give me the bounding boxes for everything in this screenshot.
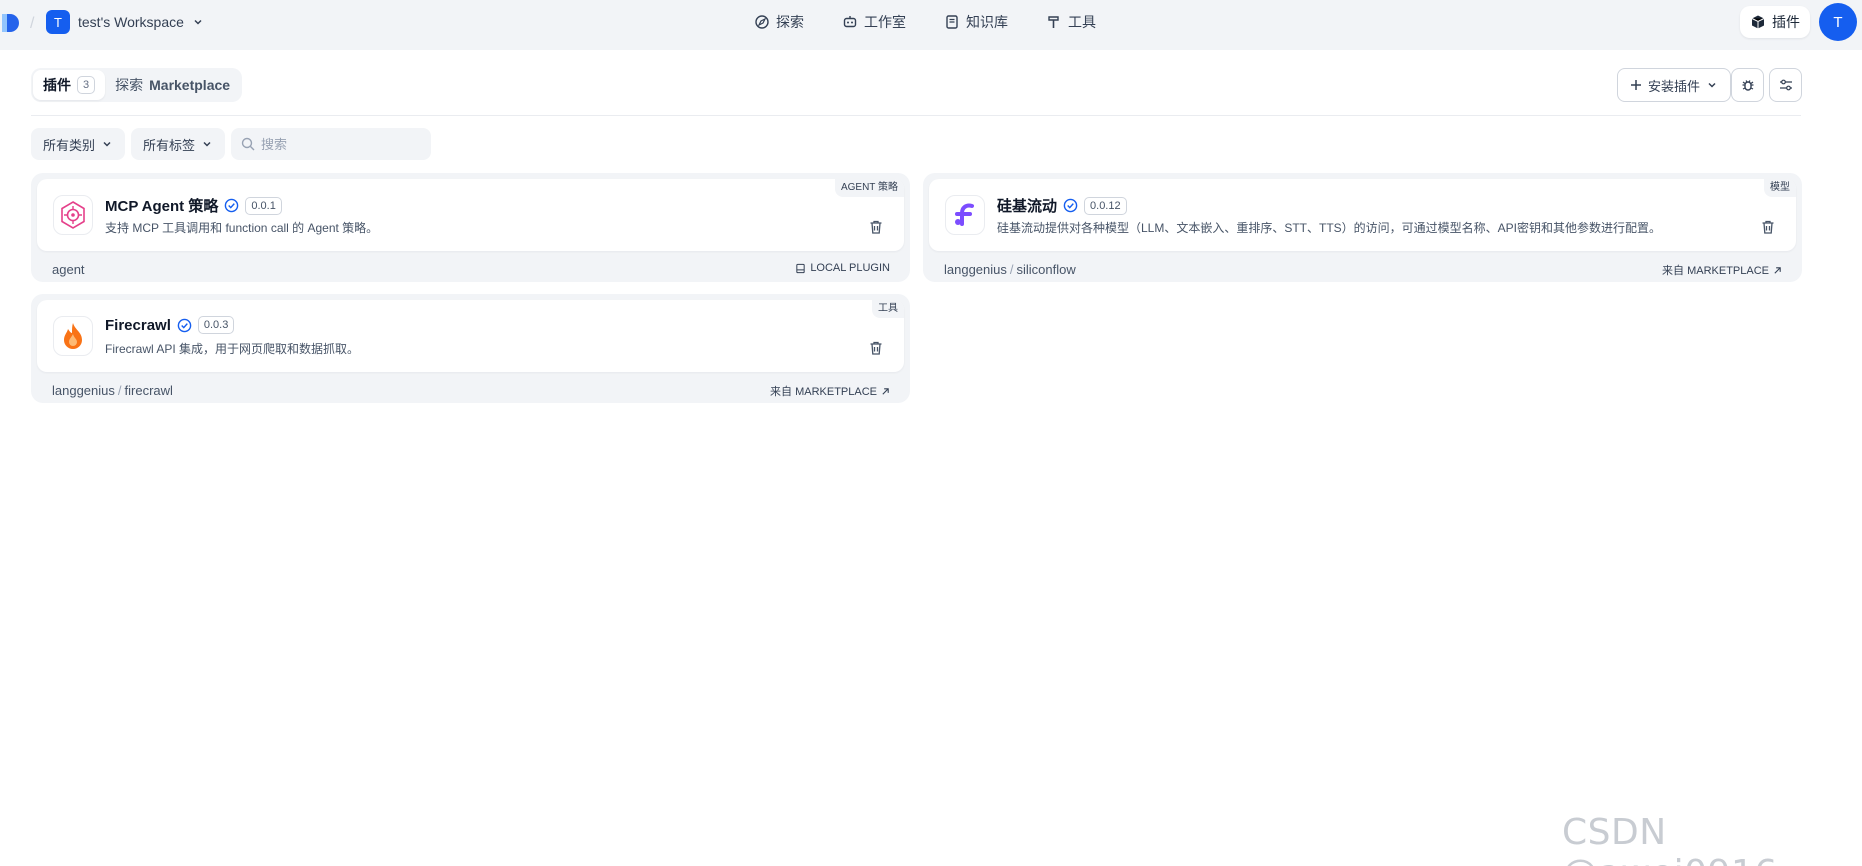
- search-input[interactable]: [261, 136, 421, 152]
- org-repo-separator: /: [1009, 262, 1014, 277]
- plugin-org: langgenius / firecrawl: [52, 383, 173, 398]
- cube-icon: [1751, 15, 1765, 29]
- verified-badge-icon: [225, 198, 239, 213]
- plugin-description: Firecrawl API 集成，用于网页爬取和数据抓取。: [105, 342, 360, 356]
- install-plugin-button[interactable]: 安装插件: [1617, 68, 1732, 102]
- plugin-source-label: 来自 MARKETPLACE: [770, 386, 877, 398]
- plugin-type-tag: 工具: [872, 300, 904, 318]
- firecrawl-logo-icon: [53, 316, 93, 356]
- plugin-source[interactable]: 来自 MARKETPLACE: [770, 383, 890, 399]
- tab-explore-prefix: 探索: [115, 77, 144, 93]
- tag-filter[interactable]: 所有标签: [131, 128, 226, 160]
- tab-plugins-label: 插件: [43, 77, 71, 93]
- trash-icon[interactable]: [1760, 219, 1776, 235]
- plugin-card-body: Firecrawl 0.0.3 Firecrawl API 集成，用于网页爬取和…: [37, 300, 904, 372]
- plugin-org: agent: [52, 262, 85, 277]
- app-logo-icon[interactable]: [2, 12, 20, 34]
- plugin-source[interactable]: 来自 MARKETPLACE: [1662, 262, 1782, 278]
- plugin-source-label: LOCAL PLUGIN: [810, 262, 890, 274]
- workspace-separator: /: [30, 15, 35, 32]
- plugin-repo-name: firecrawl: [124, 383, 173, 398]
- document-icon: [796, 263, 805, 273]
- tab-explore-marketplace[interactable]: 探索 Marketplace: [105, 70, 240, 100]
- plugins-nav-button[interactable]: 插件: [1740, 6, 1810, 38]
- workspace-name: test's Workspace: [78, 14, 184, 30]
- plugin-repo-name: siliconflow: [1016, 262, 1076, 277]
- plugin-type-tag: AGENT 策略: [834, 179, 904, 197]
- plugin-org-name: langgenius: [52, 383, 115, 398]
- plugin-title-row: 硅基流动 0.0.12: [997, 195, 1127, 216]
- tag-filter-label: 所有标签: [143, 137, 196, 153]
- watermark: CSDN @awei0916: [1562, 812, 1777, 866]
- nav-explore-label: 探索: [776, 14, 804, 30]
- verified-badge-icon: [1063, 198, 1078, 213]
- trash-icon[interactable]: [868, 340, 884, 356]
- robot-icon: [843, 16, 857, 28]
- external-link-icon: [1774, 266, 1781, 274]
- plugin-source: LOCAL PLUGIN: [795, 262, 890, 274]
- plugin-tabs: 插件 3 探索 Marketplace: [31, 68, 243, 102]
- plus-icon: [1631, 80, 1641, 90]
- category-filter-label: 所有类别: [43, 137, 96, 153]
- sliders-icon: [1779, 79, 1792, 91]
- nav-knowledge[interactable]: 知识库: [934, 6, 1018, 38]
- plugin-card-body: MCP Agent 策略 0.0.1 支持 MCP 工具调用和 function…: [37, 179, 904, 251]
- trash-icon[interactable]: [868, 219, 884, 235]
- plugin-description: 硅基流动提供对各种模型（LLM、文本嵌入、重排序、STT、TTS）的访问，可通过…: [997, 221, 1662, 235]
- plugin-version: 0.0.3: [197, 316, 235, 334]
- plugin-version: 0.0.1: [245, 196, 282, 215]
- compass-icon: [755, 15, 769, 29]
- nav-studio[interactable]: 工作室: [832, 6, 916, 38]
- tab-plugins[interactable]: 插件 3: [33, 70, 106, 100]
- plugin-count-badge: 3: [77, 76, 96, 94]
- main-nav: 探索 工作室 知识库 工具: [744, 0, 1106, 44]
- siliconflow-logo-icon: [945, 195, 985, 235]
- plugin-card-mcp-agent[interactable]: MCP Agent 策略 0.0.1 支持 MCP 工具调用和 function…: [31, 173, 910, 282]
- install-plugin-label: 安装插件: [1648, 78, 1701, 94]
- user-avatar[interactable]: T: [1819, 3, 1857, 41]
- plugin-title-row: MCP Agent 策略 0.0.1: [105, 195, 282, 216]
- header-divider: [31, 115, 1801, 116]
- plugin-title-row: Firecrawl 0.0.3: [105, 316, 235, 334]
- workspace-avatar: T: [46, 10, 70, 34]
- chevron-down-icon: [1708, 82, 1716, 88]
- plugin-org-name: langgenius: [944, 262, 1007, 277]
- bug-icon: [1742, 80, 1753, 91]
- plugin-card-firecrawl[interactable]: Firecrawl 0.0.3 Firecrawl API 集成，用于网页爬取和…: [31, 294, 910, 403]
- top-bar: / T test's Workspace 探索 工作室 知识库 工具 插件 T: [0, 0, 1862, 50]
- chevron-down-icon: [203, 141, 211, 147]
- nav-tools-label: 工具: [1068, 14, 1096, 30]
- mcp-agent-logo-icon: [53, 195, 93, 235]
- category-filter[interactable]: 所有类别: [31, 128, 126, 160]
- plugin-version: 0.0.12: [1084, 196, 1127, 215]
- plugin-org-name: agent: [52, 262, 85, 277]
- plugin-type-tag: 模型: [1764, 179, 1796, 197]
- plugin-name: 硅基流动: [997, 198, 1058, 215]
- verified-badge-icon: [177, 318, 192, 332]
- plugin-card-body: 硅基流动 0.0.12 硅基流动提供对各种模型（LLM、文本嵌入、重排序、STT…: [929, 179, 1796, 251]
- hammer-icon: [1048, 16, 1059, 28]
- plugin-card-siliconflow[interactable]: 硅基流动 0.0.12 硅基流动提供对各种模型（LLM、文本嵌入、重排序、STT…: [923, 173, 1802, 282]
- plugin-settings-button[interactable]: [1769, 68, 1802, 102]
- plugins-nav-label: 插件: [1772, 14, 1800, 30]
- plugin-source-label: 来自 MARKETPLACE: [1662, 265, 1769, 277]
- search-box: [231, 128, 431, 160]
- nav-knowledge-label: 知识库: [966, 14, 1008, 30]
- plugin-name: MCP Agent 策略: [105, 198, 219, 215]
- debug-button[interactable]: [1731, 68, 1764, 102]
- external-link-icon: [882, 387, 889, 395]
- org-repo-separator: /: [117, 383, 122, 398]
- chevron-down-icon: [103, 141, 111, 147]
- book-icon: [946, 15, 958, 29]
- tab-explore-marketplace-label: Marketplace: [149, 77, 231, 93]
- nav-tools[interactable]: 工具: [1036, 6, 1106, 38]
- nav-explore[interactable]: 探索: [744, 6, 814, 38]
- plugin-name: Firecrawl: [105, 316, 171, 334]
- plugin-description: 支持 MCP 工具调用和 function call 的 Agent 策略。: [105, 221, 379, 235]
- chevron-down-icon: [194, 19, 202, 25]
- workspace-switcher[interactable]: T test's Workspace: [46, 9, 204, 35]
- nav-studio-label: 工作室: [864, 14, 906, 30]
- search-icon: [241, 137, 255, 151]
- plugin-org: langgenius / siliconflow: [944, 262, 1076, 277]
